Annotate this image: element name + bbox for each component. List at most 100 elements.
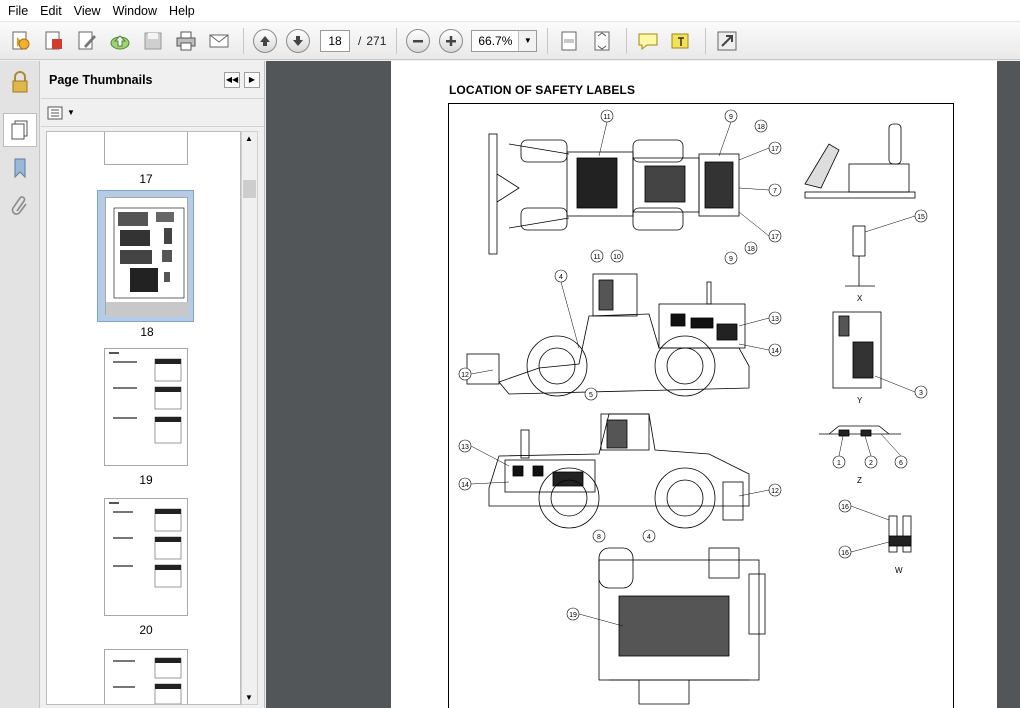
callout-7: 7: [768, 183, 782, 197]
callout-12: 12: [458, 367, 472, 381]
thumbnail-label: 17: [139, 172, 153, 186]
toolbar-separator: [705, 27, 707, 54]
lock-icon: [12, 71, 28, 93]
save-button[interactable]: [138, 26, 168, 56]
thumbnail-page-20[interactable]: [104, 498, 188, 616]
fullscreen-button[interactable]: [712, 26, 742, 56]
toolbar-separator: [396, 27, 398, 54]
svg-text:17: 17: [771, 234, 779, 241]
edit-button[interactable]: [72, 26, 102, 56]
loader-side-view-left: [466, 273, 750, 397]
callout-16b: 16: [838, 545, 852, 559]
menu-file[interactable]: File: [2, 2, 34, 20]
collapse-panel-button[interactable]: ◀◀: [224, 71, 240, 88]
print-button[interactable]: [171, 26, 201, 56]
svg-text:9: 9: [729, 256, 733, 263]
chevron-down-icon: ▼: [67, 108, 75, 117]
svg-text:17: 17: [771, 146, 779, 153]
callout-1: 1: [832, 455, 846, 469]
next-page-button[interactable]: [283, 26, 313, 56]
upload-button[interactable]: [105, 26, 135, 56]
scrollbar-thumb[interactable]: [243, 180, 256, 198]
figure-frame: 11 9 18 17 7 17 18 9 11 10 4 13 14 12 5 …: [448, 103, 954, 708]
svg-text:7: 7: [773, 188, 777, 195]
thumbnail-page-17[interactable]: [104, 132, 188, 165]
email-button[interactable]: [204, 26, 234, 56]
bookmarks-button[interactable]: [3, 151, 37, 185]
detail-y: [832, 311, 882, 389]
thumbnail-scrollbar[interactable]: ▲ ▼: [241, 131, 258, 705]
detail-x: [845, 225, 875, 287]
svg-text:10: 10: [613, 254, 621, 261]
engine-view: [598, 547, 766, 705]
thumbnail-page-19[interactable]: [104, 348, 188, 466]
edit-icon: [78, 31, 96, 49]
document-viewport[interactable]: LOCATION OF SAFETY LABELS 11 9 18 17 7 1…: [266, 61, 1020, 708]
menu-edit[interactable]: Edit: [34, 2, 68, 20]
svg-text:9: 9: [729, 114, 733, 121]
thumbnail-drawing: [106, 207, 189, 316]
svg-text:11: 11: [593, 254, 600, 261]
comment-button[interactable]: [633, 26, 663, 56]
panel-tools: ▼: [41, 99, 264, 127]
menu-view[interactable]: View: [68, 2, 107, 20]
callout-4b: 4: [642, 529, 656, 543]
svg-text:16: 16: [841, 550, 849, 557]
toolbar-separator: [243, 27, 244, 54]
callout-11: 11: [600, 109, 614, 123]
chevron-down-icon[interactable]: ▼: [518, 30, 537, 51]
svg-text:12: 12: [461, 372, 469, 379]
chevron-down-icon[interactable]: ▼: [245, 693, 253, 702]
callout-17: 17: [768, 141, 782, 155]
zoom-select[interactable]: 66.7% ▼: [471, 29, 538, 52]
create-pdf-button[interactable]: [39, 26, 69, 56]
prev-page-button[interactable]: [250, 26, 280, 56]
highlight-button[interactable]: [666, 26, 696, 56]
callout-9b: 9: [724, 251, 738, 265]
page-title: LOCATION OF SAFETY LABELS: [449, 83, 636, 97]
thumbnail-page-21[interactable]: [104, 649, 188, 704]
zoom-in-button[interactable]: [436, 26, 466, 56]
lock-button[interactable]: [3, 65, 37, 99]
fit-width-icon: [561, 31, 577, 50]
svg-text:18: 18: [747, 246, 755, 253]
svg-text:16: 16: [841, 504, 849, 511]
callout-18b: 18: [744, 241, 758, 255]
fit-width-button[interactable]: [554, 26, 584, 56]
svg-text:19: 19: [569, 612, 577, 619]
menu-window[interactable]: Window: [107, 2, 163, 20]
thumbnail-list: 17 18 19 20: [46, 131, 241, 705]
paperclip-icon: [11, 196, 27, 215]
fullscreen-icon: [717, 31, 737, 50]
expand-panel-button[interactable]: ▶: [244, 71, 260, 88]
callout-13: 13: [768, 311, 782, 325]
zoom-out-button[interactable]: [403, 26, 433, 56]
thumbnail-drawing: [109, 502, 182, 588]
svg-text:14: 14: [771, 348, 779, 355]
open-button[interactable]: [6, 26, 36, 56]
detail-z: [819, 425, 901, 437]
svg-text:4: 4: [647, 534, 651, 541]
thumbnail-page-18[interactable]: [105, 197, 189, 316]
chevron-up-icon[interactable]: ▲: [245, 134, 253, 143]
caption-w: W: [895, 566, 903, 575]
safety-labels-figure: 11 9 18 17 7 17 18 9 11 10 4 13 14 12 5 …: [458, 109, 928, 705]
fit-page-button[interactable]: [587, 26, 617, 56]
callout-15: 15: [914, 209, 928, 223]
attachments-button[interactable]: [3, 189, 37, 223]
callout-16: 16: [838, 499, 852, 513]
page-thumbnails-button[interactable]: [3, 113, 37, 147]
page-number-input[interactable]: 18: [320, 29, 350, 52]
svg-text:3: 3: [919, 390, 923, 397]
menu-help[interactable]: Help: [163, 2, 201, 20]
svg-text:12: 12: [771, 488, 779, 495]
zoom-in-icon: [439, 28, 464, 53]
thumbnail-label: 19: [139, 473, 153, 487]
next-page-icon: [286, 28, 310, 53]
svg-text:4: 4: [559, 274, 563, 281]
svg-text:1: 1: [837, 460, 841, 467]
zoom-out-icon: [406, 28, 431, 53]
thumbnail-options-button[interactable]: ▼: [47, 106, 75, 120]
svg-text:18: 18: [757, 124, 765, 131]
callout-5: 5: [584, 387, 598, 401]
